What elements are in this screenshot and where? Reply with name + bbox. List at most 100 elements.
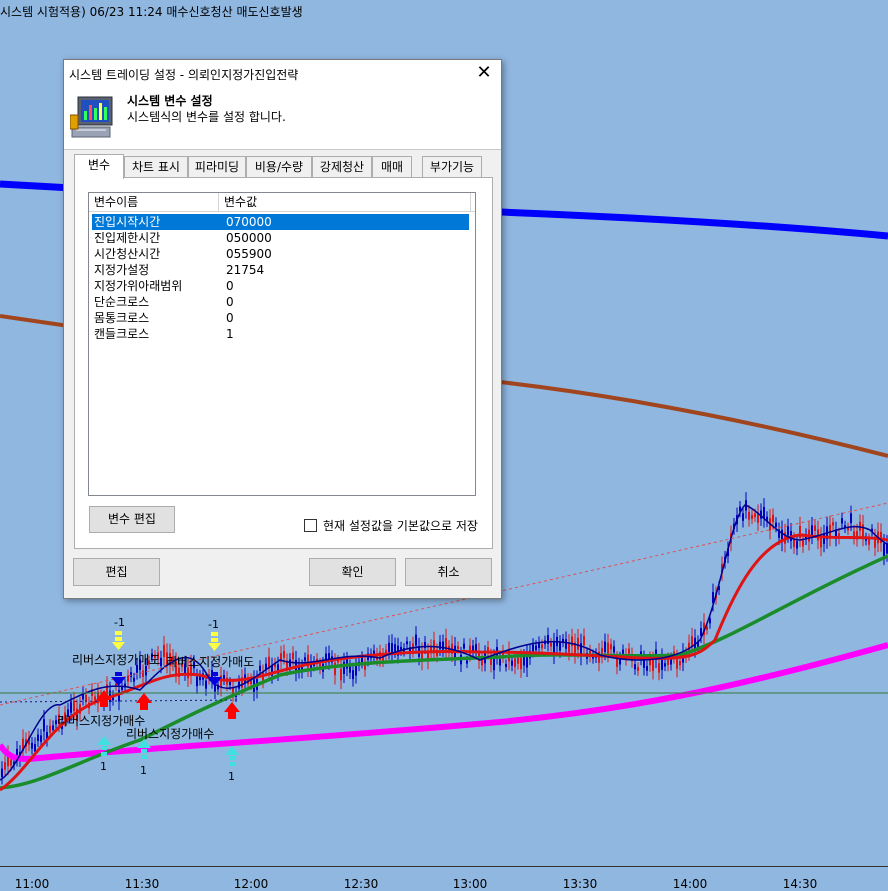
save-default-checkbox[interactable]: [304, 519, 317, 532]
candle-body: [31, 742, 33, 749]
var-value: 21754: [226, 263, 265, 277]
candle-body: [94, 696, 96, 701]
candle-body: [850, 513, 852, 524]
candle-body: [355, 665, 357, 676]
candle-body: [883, 543, 885, 556]
candle-body: [754, 513, 756, 518]
candle-body: [70, 702, 72, 713]
candle-body: [814, 525, 816, 531]
column-header-value[interactable]: 변수값: [219, 193, 471, 211]
candle-body: [832, 522, 834, 526]
time-tick: 13:30: [562, 877, 598, 891]
candle-body: [664, 663, 666, 667]
candle-body: [535, 645, 537, 651]
edit-variable-button[interactable]: 변수 편집: [89, 506, 175, 533]
list-item[interactable]: 캔들크로스 1: [92, 326, 469, 342]
candle-body: [85, 694, 87, 702]
time-tick: 13:00: [452, 877, 488, 891]
candle-body: [565, 639, 567, 649]
candle-body: [142, 670, 144, 677]
candle-body: [511, 660, 513, 666]
list-item[interactable]: 진입제한시간 050000: [92, 230, 469, 246]
signal-label: 리버스지정가매도: [166, 655, 254, 669]
candle-body: [634, 664, 636, 670]
list-item[interactable]: 지정가위아래범위 0: [92, 278, 469, 294]
var-name: 시간청산시간: [94, 247, 161, 261]
header-title: 시스템 변수 설정: [127, 94, 213, 108]
signal-qty: 1: [140, 764, 147, 777]
dialog-titlebar[interactable]: 시스템 트레이딩 설정 - 의뢰인지정가진입전략 ✕: [64, 60, 501, 87]
list-item[interactable]: 시간청산시간 055900: [92, 246, 469, 262]
candle-body: [796, 541, 798, 549]
candle-body: [334, 662, 336, 676]
var-value: 0: [226, 279, 234, 293]
candle-body: [577, 637, 579, 650]
tab-trade[interactable]: 매매: [372, 156, 412, 178]
candle-body: [40, 735, 42, 742]
cancel-button[interactable]: 취소: [405, 558, 492, 586]
candle-body: [145, 666, 147, 676]
candle-body: [868, 539, 870, 545]
candle-body: [658, 663, 660, 673]
var-value: 050000: [226, 231, 272, 245]
candle-body: [571, 636, 573, 647]
variable-list[interactable]: 변수이름 변수값 진입시작시간 070000 진입제한시간 050000 시간청…: [88, 192, 476, 496]
candle-body: [748, 511, 750, 520]
time-axis: 11:00 11:30 12:00 12:30 13:00 13:30 14:0…: [0, 866, 888, 891]
candle-body: [523, 656, 525, 666]
candle-body: [163, 644, 165, 657]
edit-button[interactable]: 편집: [73, 558, 160, 586]
candle-body: [304, 657, 306, 661]
candle-body: [862, 524, 864, 537]
time-tick: 12:30: [343, 877, 379, 891]
candle-body: [130, 672, 132, 677]
candle-body: [637, 667, 639, 671]
list-item[interactable]: 단순크로스 0: [92, 294, 469, 310]
tab-variables[interactable]: 변수: [74, 154, 124, 179]
candle-body: [349, 665, 351, 673]
candle-body: [613, 646, 615, 653]
save-default-option[interactable]: 현재 설정값을 기본값으로 저장: [304, 517, 478, 534]
candle-body: [133, 677, 135, 682]
candle-body: [196, 676, 198, 687]
candle-body: [829, 524, 831, 538]
candle-body: [34, 744, 36, 752]
time-tick: 14:30: [782, 877, 818, 891]
list-item[interactable]: 몸통크로스 0: [92, 310, 469, 326]
candle-body: [259, 665, 261, 671]
list-header: 변수이름 변수값: [89, 193, 475, 212]
candle-body: [622, 649, 624, 654]
ok-button[interactable]: 확인: [309, 558, 396, 586]
tab-forced-close[interactable]: 강제청산: [312, 156, 372, 178]
candle-body: [787, 526, 789, 536]
time-tick: 11:30: [124, 877, 160, 891]
signal-qty: -1: [208, 618, 219, 631]
candle-body: [742, 513, 744, 521]
time-tick: 12:00: [233, 877, 269, 891]
candle-body: [628, 648, 630, 654]
var-name: 지정가설정: [94, 263, 150, 277]
signal-label: 리버스지정가매수: [57, 714, 145, 728]
candle-body: [37, 734, 39, 741]
system-settings-dialog: 시스템 트레이딩 설정 - 의뢰인지정가진입전략 ✕ 시스템 변수 설정 시스템…: [63, 59, 502, 599]
candle-body: [457, 645, 459, 650]
list-item[interactable]: 지정가설정 21754: [92, 262, 469, 278]
tab-extra[interactable]: 부가기능: [422, 156, 482, 178]
candle-body: [646, 666, 648, 671]
candle-body: [520, 657, 522, 670]
signal-qty: -1: [114, 616, 125, 629]
candle-body: [229, 681, 231, 686]
close-icon[interactable]: ✕: [473, 62, 495, 84]
var-value: 070000: [226, 215, 272, 229]
list-item[interactable]: 진입시작시간 070000: [92, 214, 469, 230]
tab-cost-qty[interactable]: 비용/수량: [246, 156, 312, 178]
candle-body: [532, 644, 534, 652]
candle-body: [406, 641, 408, 645]
variables-panel: 변수이름 변수값 진입시작시간 070000 진입제한시간 050000 시간청…: [74, 177, 493, 549]
tab-chart-display[interactable]: 차트 표시: [124, 156, 188, 178]
column-header-name[interactable]: 변수이름: [89, 193, 219, 211]
save-default-label: 현재 설정값을 기본값으로 저장: [323, 519, 478, 533]
tab-pyramiding[interactable]: 피라미딩: [188, 156, 246, 178]
candle-body: [841, 518, 843, 524]
candle-body: [10, 759, 12, 766]
